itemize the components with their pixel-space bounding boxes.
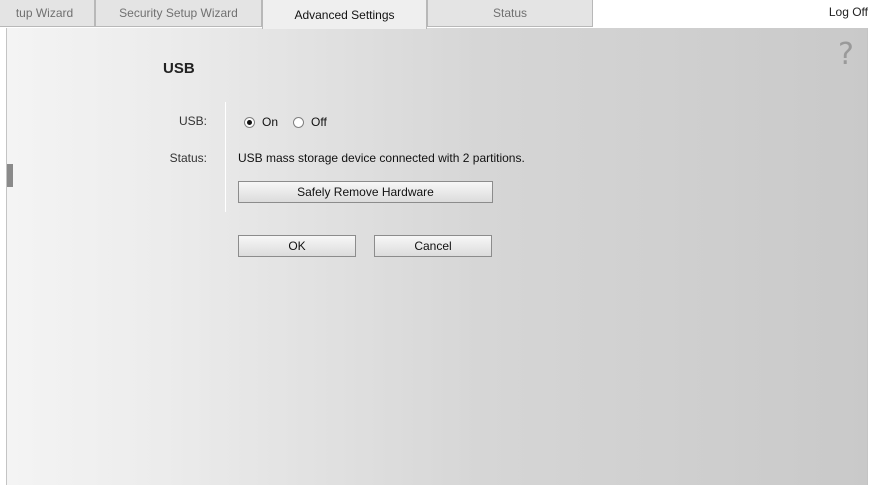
usb-label: USB: bbox=[178, 114, 207, 128]
log-off-link[interactable]: Log Off bbox=[829, 5, 868, 19]
form-divider bbox=[225, 102, 226, 212]
tab-status[interactable]: Status bbox=[427, 0, 593, 27]
cancel-button[interactable]: Cancel bbox=[374, 235, 492, 257]
tab-security-setup-wizard[interactable]: Security Setup Wizard bbox=[95, 0, 262, 27]
top-tab-bar: tup Wizard Security Setup Wizard Advance… bbox=[0, 0, 874, 29]
usb-on-label[interactable]: On bbox=[262, 115, 278, 129]
tab-setup-wizard[interactable]: tup Wizard bbox=[0, 0, 95, 27]
sidebar-marker bbox=[7, 164, 13, 187]
ok-button[interactable]: OK bbox=[238, 235, 356, 257]
usb-radio-group: On Off bbox=[244, 115, 342, 129]
status-label: Status: bbox=[169, 151, 207, 165]
usb-off-radio[interactable] bbox=[293, 116, 305, 128]
usb-off-label[interactable]: Off bbox=[311, 115, 327, 129]
tab-advanced-settings[interactable]: Advanced Settings bbox=[262, 0, 427, 29]
section-title: USB bbox=[163, 60, 195, 77]
safely-remove-hardware-button[interactable]: Safely Remove Hardware bbox=[238, 181, 493, 203]
question-mark-icon[interactable]: ? bbox=[838, 40, 854, 70]
usb-on-radio[interactable] bbox=[244, 116, 255, 128]
usb-status-text: USB mass storage device connected with 2… bbox=[238, 151, 525, 165]
